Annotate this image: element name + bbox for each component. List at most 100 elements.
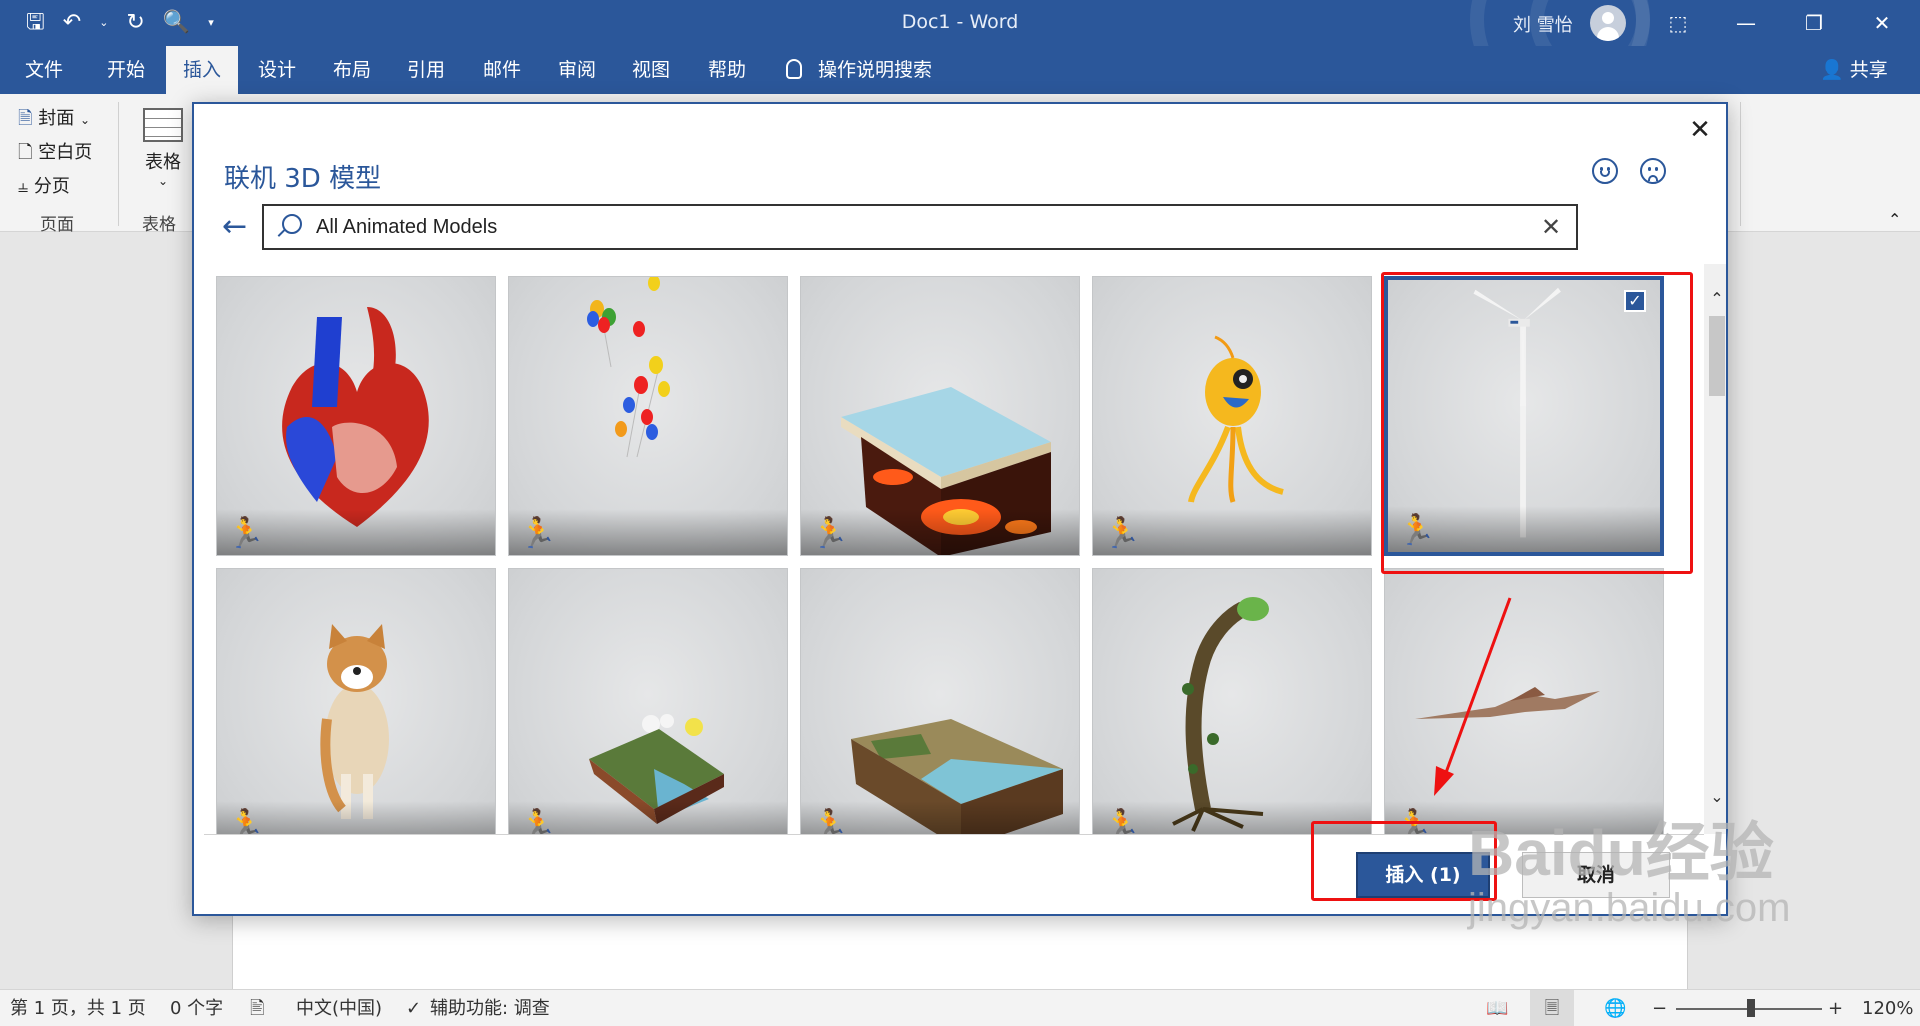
watermark: Baidu经验 jingyan.baidu.com [1468, 820, 1790, 930]
tab-layout[interactable]: 布局 [316, 46, 388, 94]
title-bar: 🖫 ↶ ⌄ ↻ 🔍 ▾ Doc1 - Word 刘 雪怡 ⬚ — ❐ ✕ [0, 0, 1920, 46]
tab-help[interactable]: 帮助 [690, 46, 764, 94]
table-button[interactable]: 表格 ⌄ [140, 108, 186, 188]
carnivorous-plant-model-image [1172, 597, 1269, 832]
tab-home[interactable]: 开始 [88, 46, 164, 94]
tab-mailings[interactable]: 邮件 [466, 46, 538, 94]
ribbon-tabs: 文件 开始 插入 设计 布局 引用 邮件 审阅 视图 帮助 操作说明搜索 👤 共… [0, 46, 1920, 94]
search-icon [282, 214, 302, 234]
page-break-icon: ⫨ [18, 176, 29, 197]
tell-me-label: 操作说明搜索 [818, 59, 933, 81]
coast-terrain-model-image [851, 719, 1063, 834]
chevron-down-icon: ⌄ [157, 174, 169, 188]
minimize-icon[interactable]: — [1726, 6, 1766, 40]
restore-icon[interactable]: ❐ [1794, 6, 1834, 40]
blank-page-label: 空白页 [38, 142, 93, 163]
ribbon-display-options-icon[interactable]: ⬚ [1658, 6, 1698, 40]
smile-feedback-icon[interactable] [1592, 158, 1618, 184]
lightbulb-icon [786, 59, 802, 79]
tab-design[interactable]: 设计 [240, 46, 314, 94]
animated-model-icon: 🏃 [519, 516, 557, 551]
user-name[interactable]: 刘 雪怡 [1513, 11, 1573, 37]
print-preview-icon[interactable]: 🔍 [163, 10, 190, 36]
group-separator [118, 102, 119, 226]
tab-file[interactable]: 文件 [0, 46, 88, 94]
undo-icon[interactable]: ↶ [63, 10, 81, 36]
cover-page-label: 封面 [38, 108, 75, 129]
blank-page-icon: 🗋 [18, 142, 33, 163]
share-button[interactable]: 👤 共享 [1820, 46, 1888, 94]
proofing-icon[interactable]: 🖹 [250, 990, 264, 1026]
zoom-in-icon[interactable]: + [1828, 990, 1843, 1026]
frown-mouth [1648, 175, 1658, 181]
page-count[interactable]: 第 1 页，共 1 页 [10, 990, 146, 1026]
model-tile-coast[interactable]: 🏃 [800, 568, 1080, 834]
dialog-title: 联机 3D 模型 [224, 164, 382, 194]
model-tile-balloons[interactable]: 🏃 [508, 276, 788, 556]
search-input[interactable] [316, 212, 1496, 242]
customize-qat-icon[interactable]: ▾ [208, 10, 214, 36]
tab-references[interactable]: 引用 [390, 46, 462, 94]
web-layout-icon[interactable]: 🌐 [1604, 990, 1626, 1026]
animated-model-icon: 🏃 [1103, 516, 1141, 551]
page-break-button[interactable]: ⫨ 分页 [18, 172, 70, 198]
vertical-scrollbar[interactable]: ⌃ ⌄ [1704, 264, 1726, 834]
table-icon [143, 108, 183, 142]
blank-page-button[interactable]: 🗋 空白页 [18, 138, 92, 170]
word-count[interactable]: 0 个字 [170, 990, 223, 1026]
model-tile-lava[interactable]: 🏃 [800, 276, 1080, 556]
tab-review[interactable]: 审阅 [540, 46, 614, 94]
quick-access-toolbar: 🖫 ↶ ⌄ ↻ 🔍 ▾ [26, 10, 214, 36]
avatar[interactable] [1590, 5, 1626, 41]
model-tile-heart[interactable]: 🏃 [216, 276, 496, 556]
annotation-highlight-selected-model [1381, 272, 1693, 574]
zoom-slider-thumb[interactable] [1747, 999, 1755, 1017]
animated-model-icon: 🏃 [227, 516, 265, 551]
tell-me-search[interactable]: 操作说明搜索 [786, 46, 932, 94]
scroll-up-icon[interactable]: ⌃ [1704, 286, 1726, 312]
save-icon[interactable]: 🖫 [26, 10, 45, 36]
share-icon: 👤 [1820, 59, 1844, 81]
status-bar: 第 1 页，共 1 页 0 个字 🖹 中文(中国) ✓ 辅助功能: 调查 📖 🗏… [0, 989, 1920, 1026]
zoom-level[interactable]: 120% [1862, 990, 1913, 1026]
accessibility-icon[interactable]: ✓ [406, 990, 421, 1026]
collapse-ribbon-icon[interactable]: ⌃ [1888, 210, 1901, 229]
model-tile-plant[interactable]: 🏃 [1092, 568, 1372, 834]
animated-model-icon: 🏃 [519, 808, 557, 835]
clear-search-icon[interactable]: ✕ [1536, 212, 1566, 242]
animated-model-icon: 🏃 [227, 808, 265, 835]
page-break-label: 分页 [33, 176, 70, 197]
watermark-url: jingyan.baidu.com [1468, 886, 1791, 930]
zoom-out-icon[interactable]: − [1652, 990, 1667, 1026]
read-mode-icon[interactable]: 📖 [1486, 990, 1508, 1026]
tab-insert[interactable]: 插入 [166, 46, 238, 94]
scroll-down-icon[interactable]: ⌄ [1704, 784, 1726, 810]
print-layout-icon[interactable]: 🗏 [1530, 990, 1574, 1026]
undo-dropdown-icon[interactable]: ⌄ [99, 10, 108, 36]
chevron-down-icon: ⌄ [79, 113, 91, 127]
close-window-icon[interactable]: ✕ [1862, 6, 1902, 40]
model-tile-waterfall[interactable]: 🏃 [508, 568, 788, 834]
animated-model-icon: 🏃 [811, 516, 849, 551]
animated-model-icon: 🏃 [1103, 808, 1141, 835]
tab-view[interactable]: 视图 [614, 46, 688, 94]
accessibility-status[interactable]: 辅助功能: 调查 [430, 990, 550, 1026]
frown-feedback-icon[interactable] [1640, 158, 1666, 184]
back-arrow-icon[interactable]: ← [222, 210, 256, 244]
table-label: 表格 [145, 152, 181, 173]
language-indicator[interactable]: 中文(中国) [296, 990, 382, 1026]
group-separator [1740, 102, 1741, 226]
animated-model-icon: 🏃 [811, 808, 849, 835]
close-icon[interactable]: ✕ [1680, 110, 1720, 150]
model-tile-creature[interactable]: 🏃 [1092, 276, 1372, 556]
waterfall-terrain-model-image [589, 714, 724, 824]
redo-icon[interactable]: ↻ [126, 10, 144, 36]
watermark-logo: Baidu经验 [1468, 817, 1774, 889]
cover-page-icon: 🗎 [18, 108, 33, 129]
model-tile-dog[interactable]: 🏃 [216, 568, 496, 834]
smile-mouth [1600, 171, 1610, 177]
scrollbar-thumb[interactable] [1709, 316, 1725, 396]
search-box: ✕ [262, 204, 1578, 250]
annotation-arrow [1434, 597, 1512, 796]
cover-page-button[interactable]: 🗎 封面 ⌄ [18, 104, 90, 136]
